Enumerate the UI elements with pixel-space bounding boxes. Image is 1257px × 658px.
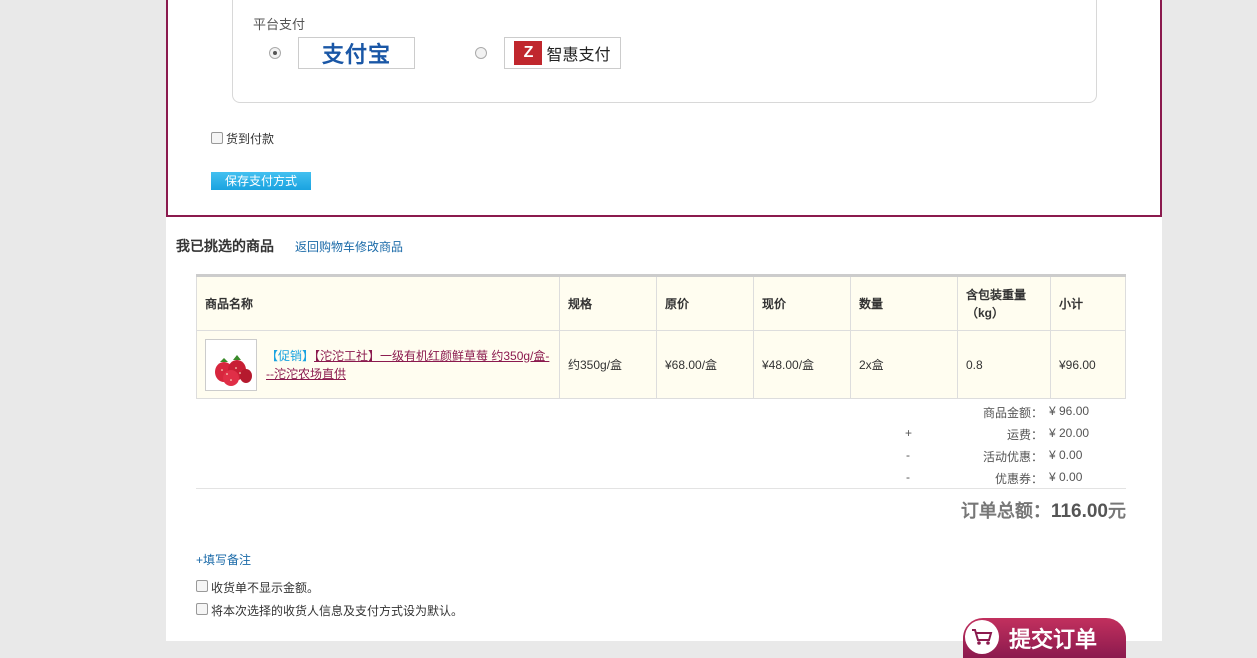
order-total-unit: 元	[1108, 501, 1126, 521]
set-default-label: 将本次选择的收货人信息及支付方式设为默认。	[211, 604, 464, 618]
save-payment-button[interactable]: 保存支付方式	[211, 172, 311, 190]
goods-amount-label: 商品金额：	[982, 406, 1043, 420]
original-price-cell: ¥68.00/盒	[656, 330, 754, 399]
alipay-logo-icon[interactable]: 支付宝	[298, 37, 415, 69]
product-name: 【促销】【沱沱工社】一级有机红颜鲜草莓 约350g/盒---沱沱农场直供	[266, 347, 551, 383]
zhihui-pay-radio[interactable]	[475, 47, 487, 59]
summary-divider	[196, 488, 1126, 489]
cod-label: 货到付款	[226, 132, 275, 146]
submit-order-button[interactable]: 提交订单	[963, 618, 1126, 658]
alipay-logo-text: 支付宝	[321, 43, 391, 68]
table-row: 【促销】【沱沱工社】一级有机红颜鲜草莓 约350g/盒---沱沱农场直供 约35…	[196, 330, 1126, 399]
col-product-name: 商品名称	[196, 275, 560, 331]
zhihui-z-icon: Z	[514, 41, 543, 65]
selected-goods-title: 我已挑选的商品	[176, 238, 274, 254]
col-current-price: 现价	[753, 275, 851, 331]
weight-cell: 0.8	[957, 330, 1051, 399]
activity-value: ¥ 0.00	[1049, 448, 1083, 462]
activity-sign: -	[906, 448, 910, 462]
goods-table: 商品名称 规格 原价 现价 数量 含包装重量（kg） 小计 【促销】【沱沱工社】…	[196, 274, 1126, 399]
cod-checkbox[interactable]	[211, 132, 223, 144]
table-header-row: 商品名称 规格 原价 现价 数量 含包装重量（kg） 小计	[196, 275, 1126, 331]
shipping-sign: +	[905, 426, 913, 440]
platform-payment-title: 平台支付	[253, 17, 306, 32]
spec-cell: 约350g/盒	[559, 330, 657, 399]
order-total-value: 116.00	[1050, 501, 1108, 522]
alipay-radio[interactable]	[269, 47, 281, 59]
col-original-price: 原价	[656, 275, 754, 331]
coupon-value: ¥ 0.00	[1049, 470, 1083, 484]
col-spec: 规格	[559, 275, 657, 331]
platform-payment-group: 平台支付 支付宝 Z 智惠支付	[232, 0, 1097, 103]
order-total-label: 订单总额：	[960, 501, 1051, 521]
back-to-cart-link[interactable]: 返回购物车修改商品	[295, 238, 403, 255]
col-weight: 含包装重量（kg）	[957, 275, 1051, 331]
subtotal-cell: ¥96.00	[1050, 330, 1126, 399]
shipping-value: ¥ 20.00	[1049, 426, 1090, 440]
hide-amount-checkbox[interactable]	[196, 580, 208, 592]
add-remark-link[interactable]: +填写备注	[196, 551, 251, 568]
payment-method-panel: 平台支付 支付宝 Z 智惠支付 货到付款 保存支付方式	[166, 0, 1162, 217]
cart-icon	[965, 620, 999, 654]
order-total: 订单总额：116.00元	[961, 497, 1126, 523]
shipping-label: 运费：	[1006, 428, 1043, 442]
promo-tag: 【促销】	[266, 348, 315, 363]
zhihui-pay-logo-text: 智惠支付	[546, 47, 611, 64]
submit-order-label: 提交订单	[1009, 628, 1098, 653]
quantity-cell: 2x盒	[850, 330, 958, 399]
zhihui-pay-logo-icon[interactable]: Z 智惠支付	[504, 37, 621, 69]
hide-amount-label: 收货单不显示金额。	[211, 581, 320, 595]
coupon-label: 优惠券：	[994, 472, 1043, 486]
product-cell: 【促销】【沱沱工社】一级有机红颜鲜草莓 约350g/盒---沱沱农场直供	[196, 330, 560, 399]
current-price-cell: ¥48.00/盒	[753, 330, 851, 399]
goods-amount-value: ¥ 96.00	[1049, 404, 1090, 418]
col-subtotal: 小计	[1050, 275, 1126, 331]
activity-label: 活动优惠：	[982, 450, 1043, 464]
col-quantity: 数量	[850, 275, 958, 331]
coupon-sign: -	[906, 470, 910, 484]
strawberry-product-image[interactable]	[205, 338, 257, 391]
set-default-checkbox[interactable]	[196, 603, 208, 615]
